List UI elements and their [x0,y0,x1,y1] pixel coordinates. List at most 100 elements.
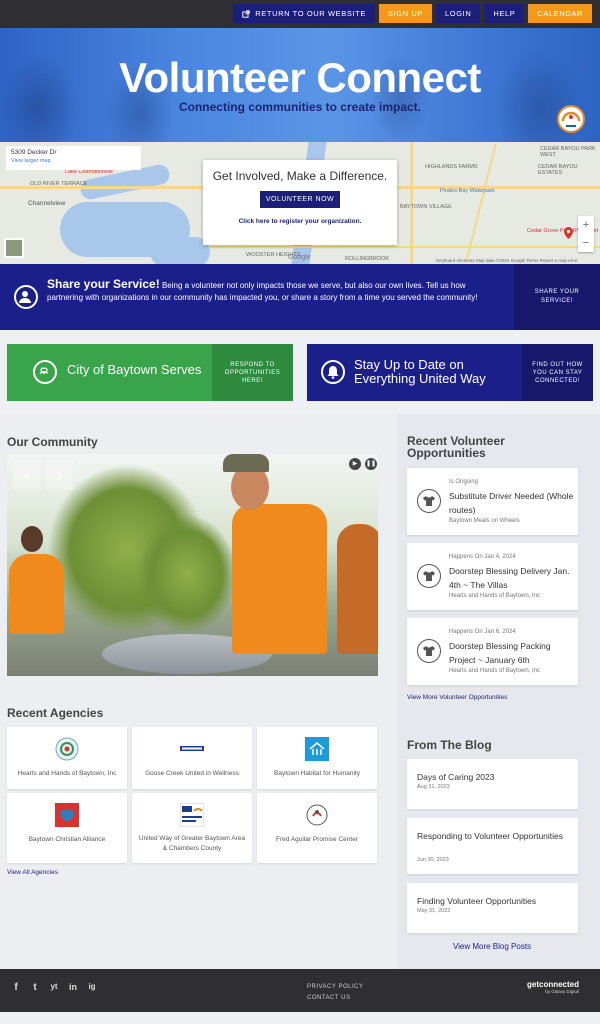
baytown-serves-title: City of Baytown Serves [67,362,202,377]
slider-photo-volunteer [232,504,327,654]
top-bar: RETURN TO OUR WEBSITE SIGN UP LOGIN HELP… [0,0,600,28]
top-nav: RETURN TO OUR WEBSITE SIGN UP LOGIN HELP… [233,4,592,23]
christian-alliance-logo [55,803,79,827]
agency-card[interactable]: Fred Aguilar Promise Center [257,793,377,863]
zoom-in-icon[interactable]: + [578,216,594,234]
agency-card[interactable]: Hearts and Hands of Baytown, Inc [7,727,127,789]
water-area [150,237,210,264]
share-service-text: Share your Service! Being a volunteer no… [47,278,497,304]
blog-post-date: Jun 30, 2023 [417,857,449,863]
agency-name: Goose Creek United in Wellness [145,770,239,777]
hearts-and-hands-logo [55,737,79,761]
getconnected-logo[interactable]: getconnected by Galaxy Digital [527,980,579,994]
slider-prev-icon[interactable]: ‹ [13,460,41,490]
instagram-icon[interactable]: ig [87,982,97,993]
road [210,246,600,248]
slider-photo-volunteer [223,454,269,472]
opportunity-organization: Baytown Meals on Wheels [449,518,520,524]
opportunity-card[interactable]: Happens On Jan 4, 2024 Doorstep Blessing… [407,543,578,610]
agency-card[interactable]: Goose Creek United in Wellness [132,727,252,789]
login-button[interactable]: LOGIN [436,4,481,23]
sign-up-button[interactable]: SIGN UP [378,4,432,23]
stay-connected-button[interactable]: FIND OUT HOW YOU CAN STAY CONNECTED! [522,344,593,401]
map-attribution[interactable]: Keyboard shortcuts Map data ©2024 Google… [436,258,578,263]
zoom-out-icon[interactable]: − [578,234,594,252]
opportunity-card[interactable]: Is Ongoing Substitute Driver Needed (Who… [407,468,578,535]
view-larger-map-link[interactable]: View larger map [11,158,136,164]
linkedin-icon[interactable]: in [68,982,78,993]
opportunity-title[interactable]: Substitute Driver Needed (Whole routes) [449,489,574,517]
blog-post-card[interactable]: Responding to Volunteer Opportunities Ju… [407,818,578,874]
opportunity-title[interactable]: Doorstep Blessing Delivery Jan. 4th ~ Th… [449,564,574,592]
opportunity-organization: Hearts and Hands of Baytown, Inc [449,668,541,674]
share-your-service-button[interactable]: SHARE YOUR SERVICE! [514,264,600,330]
agency-card[interactable]: Baytown Habitat for Humanity [257,727,377,789]
goose-creek-logo [180,737,204,761]
blog-post-date: Aug 31, 2023 [417,784,450,790]
map-label: OLD RIVER TERRACE [30,181,88,187]
blog-post-date: May 31, 2023 [417,908,451,914]
map-address: 5309 Decker Dr [11,149,57,156]
map-pin-icon[interactable] [564,226,573,244]
agency-card[interactable]: Baytown Christian Alliance [7,793,127,863]
user-share-icon [14,285,38,309]
hands-heart-icon [33,360,57,384]
register-organization-link[interactable]: Click here to register your organization… [203,218,397,225]
opportunity-date: Is Ongoing [449,479,479,485]
help-button[interactable]: HELP [484,4,525,23]
promise-center-logo [305,803,329,827]
blog-post-title[interactable]: Days of Caring 2023 [417,770,572,784]
volunteer-shirt-icon [417,564,441,588]
page-bottom [0,1012,600,1024]
blog-post-title[interactable]: Responding to Volunteer Opportunities [417,829,572,843]
map-label: Pirates Bay Waterpark [440,188,495,194]
our-community-heading: Our Community [7,435,98,449]
view-all-agencies-link[interactable]: View All Agencies [7,869,58,876]
google-logo: Google [288,254,311,261]
privacy-policy-link[interactable]: PRIVACY POLICY [307,982,363,993]
facebook-icon[interactable]: f [11,982,21,993]
map-zoom-control[interactable]: + − [578,216,594,252]
recent-opportunities-heading: Recent Volunteer Opportunities [407,434,505,460]
opportunity-card[interactable]: Happens On Jan 6, 2024 Doorstep Blessing… [407,618,578,685]
respond-to-opportunities-button[interactable]: RESPOND TO OPPORTUNITIES HERE! [212,344,293,401]
bell-icon [321,360,345,384]
baytown-serves-card[interactable]: City of Baytown Serves RESPOND TO OPPORT… [7,344,293,401]
slider-photo-plants [137,514,237,634]
united-way-logo [557,105,585,133]
volunteer-now-button[interactable]: VOLUNTEER NOW [260,191,340,208]
united-way-baytown-logo [179,802,205,828]
contact-us-link[interactable]: CONTACT US [307,993,363,1004]
view-more-blog-posts-link[interactable]: View More Blog Posts [397,942,587,951]
slider-play-icon[interactable]: ▶ [349,458,361,470]
opportunity-date: Happens On Jan 6, 2024 [449,629,516,635]
blog-post-card[interactable]: Days of Caring 2023 Aug 31, 2023 [407,759,578,809]
footer: f t yt in ig PRIVACY POLICY CONTACT US g… [0,969,600,1012]
map-label: BAYTOWN VILLAGE [400,204,452,210]
map-label: HIGHLANDS FARMS [425,164,478,170]
agency-name: Baytown Habitat for Humanity [274,770,360,777]
agency-name: Fred Aguilar Promise Center [275,836,358,843]
share-service-banner: Share your Service! Being a volunteer no… [0,264,600,330]
hero-banner: Volunteer Connect Connecting communities… [0,28,600,142]
youtube-icon[interactable]: yt [49,982,59,993]
slider-photo-volunteer [9,554,64,634]
social-links: f t yt in ig [11,982,97,993]
twitter-icon[interactable]: t [30,982,40,993]
agency-card[interactable]: United Way of Greater Baytown Area & Cha… [132,793,252,863]
from-the-blog-heading: From The Blog [407,738,492,752]
satellite-toggle[interactable] [4,238,24,258]
blog-post-title[interactable]: Finding Volunteer Opportunities [417,894,572,908]
community-photo-slider[interactable]: ‹ › ▶ ❚❚ [7,454,378,676]
calendar-button[interactable]: CALENDAR [528,4,592,23]
recent-agencies-heading: Recent Agencies [7,706,104,720]
view-more-opportunities-link[interactable]: View More Volunteer Opportunities [407,694,507,701]
agency-name: United Way of Greater Baytown Area & Cha… [138,835,246,852]
opportunity-title[interactable]: Doorstep Blessing Packing Project ~ Janu… [449,639,574,667]
united-way-card[interactable]: Stay Up to Date on Everything United Way… [307,344,593,401]
return-to-website-button[interactable]: RETURN TO OUR WEBSITE [233,4,375,23]
slider-pause-icon[interactable]: ❚❚ [365,458,377,470]
blog-post-card[interactable]: Finding Volunteer Opportunities May 31, … [407,883,578,933]
slider-photo-volunteer [337,524,378,654]
slider-next-icon[interactable]: › [45,460,73,490]
